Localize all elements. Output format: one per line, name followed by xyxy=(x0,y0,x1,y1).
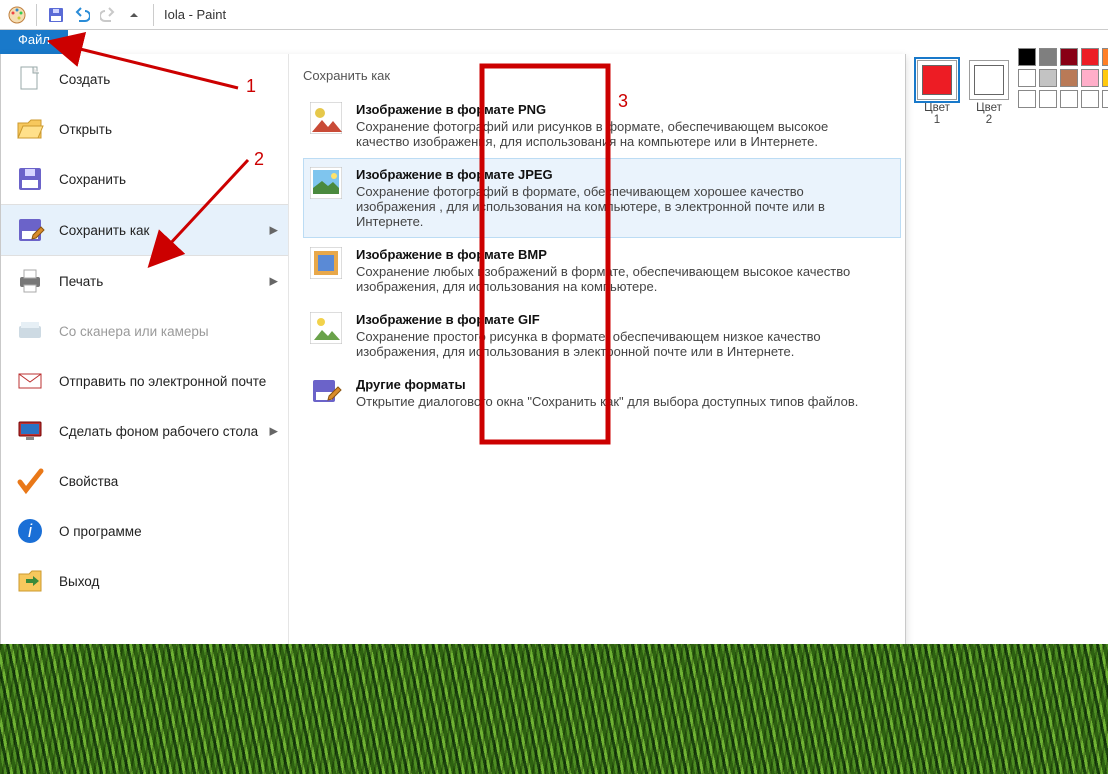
format-desc: Сохранение фотографий или рисунков в фор… xyxy=(356,119,882,149)
menu-item-label: Открыть xyxy=(59,122,112,137)
format-item-gif[interactable]: Изображение в формате GIF Сохранение прос… xyxy=(303,303,901,368)
format-title: Изображение в формате GIF xyxy=(356,312,882,327)
scanner-icon xyxy=(15,316,45,346)
new-icon xyxy=(15,64,45,94)
format-item-png[interactable]: Изображение в формате PNG Сохранение фото… xyxy=(303,93,901,158)
format-title: Другие форматы xyxy=(356,377,858,392)
menu-item-desktop[interactable]: Сделать фоном рабочего стола ▶ xyxy=(1,406,288,456)
menu-item-label: Выход xyxy=(59,574,99,589)
swatch-4[interactable] xyxy=(1102,48,1108,66)
chevron-right-icon: ▶ xyxy=(270,425,278,438)
format-desc: Сохранение простого рисунка в формате, о… xyxy=(356,329,882,359)
format-item-bmp[interactable]: Изображение в формате BMP Сохранение любы… xyxy=(303,238,901,303)
swatch-13[interactable] xyxy=(1081,90,1099,108)
file-menu-column: СоздатьОткрытьСохранитьСохранить как▶Печ… xyxy=(1,54,289,663)
chevron-right-icon: ▶ xyxy=(270,224,278,237)
file-menu-dropdown: СоздатьОткрытьСохранитьСохранить как▶Печ… xyxy=(0,54,906,664)
menu-item-label: О программе xyxy=(59,524,142,539)
swatch-8[interactable] xyxy=(1081,69,1099,87)
qat-undo-icon[interactable] xyxy=(71,4,93,26)
paint-logo-icon[interactable] xyxy=(6,4,28,26)
format-title: Изображение в формате BMP xyxy=(356,247,882,262)
exit-icon xyxy=(15,566,45,596)
menu-item-label: Сделать фоном рабочего стола xyxy=(59,424,258,439)
save-as-submenu: Сохранить как Изображение в формате PNG С… xyxy=(289,54,905,663)
window-title: Iola - Paint xyxy=(162,7,226,22)
saveas-icon xyxy=(15,215,45,245)
chevron-right-icon: ▶ xyxy=(270,275,278,288)
color-2-label: Цвет 2 xyxy=(966,102,1012,126)
swatch-1[interactable] xyxy=(1039,48,1057,66)
menu-item-open[interactable]: Открыть xyxy=(1,104,288,154)
submenu-title: Сохранить как xyxy=(303,62,901,93)
desktop-icon xyxy=(15,416,45,446)
menu-item-check[interactable]: Свойства xyxy=(1,456,288,506)
qat-customize-icon[interactable] xyxy=(123,4,145,26)
swatch-5[interactable] xyxy=(1018,69,1036,87)
swatch-9[interactable] xyxy=(1102,69,1108,87)
color-panel: Цвет 1 Цвет 2 xyxy=(908,54,1108,108)
other-icon xyxy=(310,377,342,409)
menu-item-exit[interactable]: Выход xyxy=(1,556,288,606)
qat-save-icon[interactable] xyxy=(45,4,67,26)
menu-item-mail[interactable]: Отправить по электронной почте xyxy=(1,356,288,406)
swatch-11[interactable] xyxy=(1039,90,1057,108)
menu-item-label: Свойства xyxy=(59,474,118,489)
check-icon xyxy=(15,466,45,496)
save-icon xyxy=(15,164,45,194)
menu-item-saveas[interactable]: Сохранить как ▶ xyxy=(1,204,288,256)
mail-icon xyxy=(15,366,45,396)
menu-item-label: Со сканера или камеры xyxy=(59,324,209,339)
menu-item-label: Печать xyxy=(59,274,103,289)
format-title: Изображение в формате PNG xyxy=(356,102,882,117)
menu-item-label: Сохранить как xyxy=(59,223,149,238)
gif-icon xyxy=(310,312,342,344)
format-desc: Сохранение любых изображений в формате, … xyxy=(356,264,882,294)
format-desc: Сохранение фотографий в формате, обеспеч… xyxy=(356,184,882,229)
png-icon xyxy=(310,102,342,134)
bmp-icon xyxy=(310,247,342,279)
print-icon xyxy=(15,266,45,296)
separator xyxy=(153,4,154,26)
menu-item-scanner: Со сканера или камеры xyxy=(1,306,288,356)
open-icon xyxy=(15,114,45,144)
menu-item-label: Отправить по электронной почте xyxy=(59,374,266,389)
format-title: Изображение в формате JPEG xyxy=(356,167,882,182)
jpeg-icon xyxy=(310,167,342,199)
ribbon-tabs: Файл xyxy=(0,30,1108,54)
swatch-0[interactable] xyxy=(1018,48,1036,66)
menu-item-print[interactable]: Печать ▶ xyxy=(1,256,288,306)
swatch-10[interactable] xyxy=(1018,90,1036,108)
canvas-image xyxy=(0,644,1108,774)
color-2-well[interactable]: Цвет 2 xyxy=(966,60,1012,126)
quick-access-toolbar: Iola - Paint xyxy=(0,0,1108,30)
swatch-3[interactable] xyxy=(1081,48,1099,66)
swatch-2[interactable] xyxy=(1060,48,1078,66)
separator xyxy=(36,4,37,26)
format-item-other[interactable]: Другие форматы Открытие диалогового окна … xyxy=(303,368,901,418)
format-item-jpeg[interactable]: Изображение в формате JPEG Сохранение фот… xyxy=(303,158,901,238)
color-swatches xyxy=(1012,48,1108,108)
swatch-6[interactable] xyxy=(1039,69,1057,87)
color-1-label: Цвет 1 xyxy=(914,102,960,126)
color-1-well[interactable]: Цвет 1 xyxy=(914,60,960,126)
qat-redo-icon[interactable] xyxy=(97,4,119,26)
file-tab[interactable]: Файл xyxy=(0,30,68,54)
menu-item-label: Сохранить xyxy=(59,172,126,187)
format-desc: Открытие диалогового окна "Сохранить как… xyxy=(356,394,858,409)
swatch-12[interactable] xyxy=(1060,90,1078,108)
menu-item-label: Создать xyxy=(59,72,110,87)
menu-item-save[interactable]: Сохранить xyxy=(1,154,288,204)
menu-item-new[interactable]: Создать xyxy=(1,54,288,104)
swatch-7[interactable] xyxy=(1060,69,1078,87)
menu-item-info[interactable]: i О программе xyxy=(1,506,288,556)
info-icon: i xyxy=(15,516,45,546)
swatch-14[interactable] xyxy=(1102,90,1108,108)
